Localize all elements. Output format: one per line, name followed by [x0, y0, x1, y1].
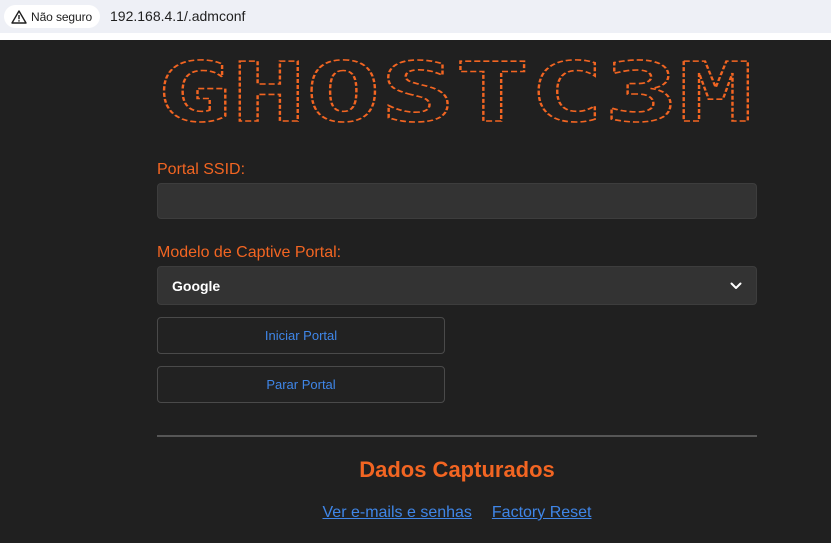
template-label: Modelo de Captive Portal:: [157, 244, 342, 261]
template-select[interactable]: Google: [157, 266, 757, 305]
omnibox[interactable]: Não seguro 192.168.4.1/.admconf: [0, 0, 831, 33]
template-selected-value: Google: [172, 277, 221, 294]
browser-address-bar: Não seguro 192.168.4.1/.admconf: [0, 0, 831, 40]
ssid-label: Portal SSID:: [157, 161, 246, 178]
stop-portal-button[interactable]: Parar Portal: [157, 366, 445, 403]
banner-title: GHOSTC3M: [157, 55, 753, 135]
start-portal-button[interactable]: Iniciar Portal: [157, 317, 445, 354]
section-divider: [157, 435, 757, 437]
chevron-down-icon: [730, 282, 742, 289]
site-security-chip[interactable]: Não seguro: [4, 5, 100, 28]
captured-links: Ver e-mails e senhas Factory Reset: [157, 504, 757, 522]
view-credentials-link[interactable]: Ver e-mails e senhas: [323, 504, 472, 522]
factory-reset-link[interactable]: Factory Reset: [492, 504, 592, 522]
captured-data-title: Dados Capturados: [359, 457, 555, 482]
ssid-input[interactable]: [157, 183, 757, 219]
warning-icon: [11, 9, 27, 24]
security-label: Não seguro: [31, 9, 93, 24]
url-text[interactable]: 192.168.4.1/.admconf: [110, 8, 245, 24]
ascii-banner: GHOSTC3M: [150, 55, 761, 135]
page-content: GHOSTC3M Portal SSID: Modelo de Captive …: [0, 40, 831, 543]
